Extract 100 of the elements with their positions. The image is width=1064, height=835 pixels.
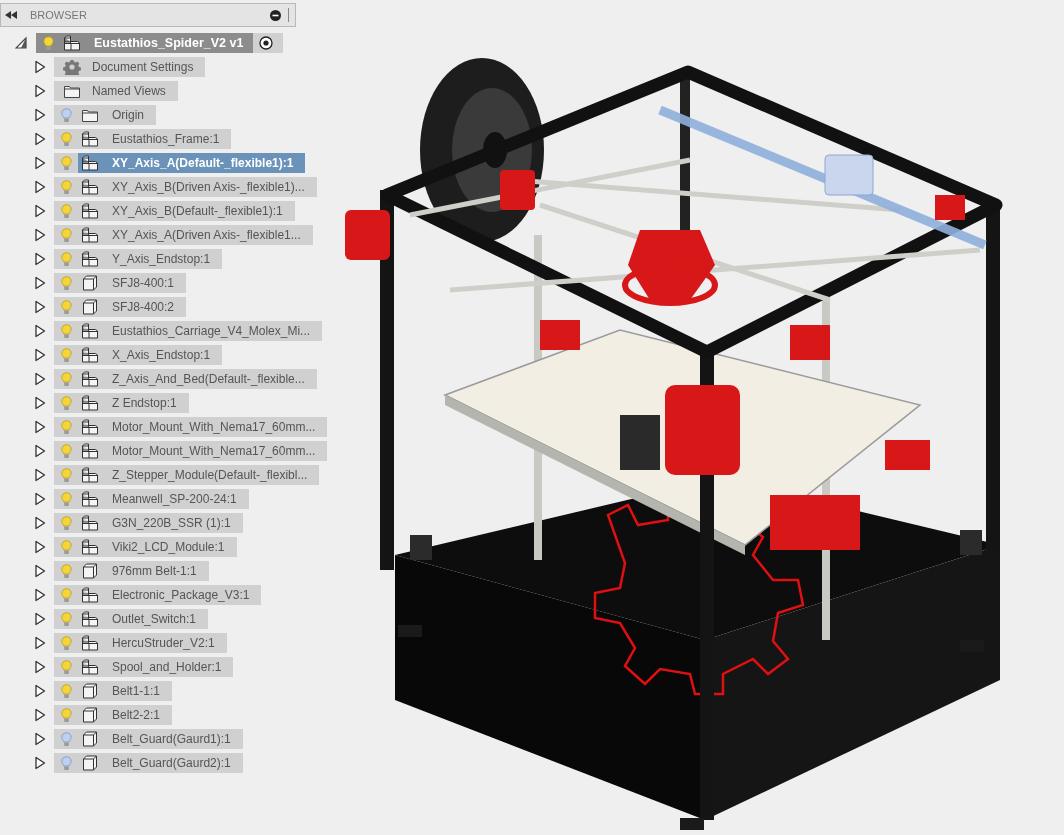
collapse-triangle-icon[interactable] [34,756,46,770]
tree-item[interactable]: XY_Axis_B(Default-_flexible1):1 [54,201,295,221]
panel-grip-icon[interactable] [287,8,291,22]
component-icon [81,491,99,507]
tree-item[interactable]: X_Axis_Endstop:1 [54,345,223,365]
component-icon [81,251,99,267]
item-label: 976mm Belt-1:1 [111,564,197,578]
collapse-triangle-icon[interactable] [34,84,46,98]
collapse-triangle-icon[interactable] [34,732,46,746]
tree-item[interactable]: Z Endstop:1 [54,393,189,413]
item-label: Document Settings [91,60,194,74]
tree-item[interactable]: Meanwell_SP-200-24:1 [54,489,249,509]
item-label: Belt_Guard(Gaurd1):1 [111,732,231,746]
tree-item[interactable]: XY_Axis_A(Driven Axis-_flexible1... [54,225,313,245]
root-label: Eustathios_Spider_V2 v1 [93,36,244,50]
tree-item[interactable]: XY_Axis_A(Default-_flexible1):1 [54,153,306,173]
collapse-triangle-icon[interactable] [34,564,46,578]
body-icon [81,707,99,723]
component-icon [81,443,99,459]
collapse-triangle-icon[interactable] [34,372,46,386]
collapse-triangle-icon[interactable] [34,660,46,674]
tree-item[interactable]: Y_Axis_Endstop:1 [54,249,223,269]
tree-item[interactable]: XY_Axis_B(Driven Axis-_flexible1)... [54,177,317,197]
expand-triangle-icon[interactable] [15,36,27,50]
collapse-triangle-icon[interactable] [34,540,46,554]
item-label: Y_Axis_Endstop:1 [111,252,211,266]
panel-title: BROWSER [30,9,88,21]
collapse-triangle-icon[interactable] [34,684,46,698]
tree-item[interactable]: Origin [54,105,156,125]
collapse-triangle-icon[interactable] [34,492,46,506]
item-label: XY_Axis_A(Driven Axis-_flexible1... [111,228,301,242]
component-icon [81,611,99,627]
collapse-triangle-icon[interactable] [34,396,46,410]
item-label: HercuStruder_V2:1 [111,636,215,650]
tree-item[interactable]: SFJ8-400:1 [54,273,187,293]
item-label: Belt1-1:1 [111,684,161,698]
tree-item[interactable]: Eustathios_Frame:1 [54,129,232,149]
activate-radio-icon[interactable] [259,36,274,50]
tree-item[interactable]: Belt2-2:1 [54,705,173,725]
collapse-triangle-icon[interactable] [34,252,46,266]
item-label: XY_Axis_A(Default-_flexible1):1 [111,156,294,170]
tree-item[interactable]: 976mm Belt-1:1 [54,561,209,581]
collapse-triangle-icon[interactable] [34,420,46,434]
tree-item[interactable]: Belt_Guard(Gaurd1):1 [54,729,243,749]
tree-item[interactable]: Motor_Mount_With_Nema17_60mm... [54,441,328,461]
tree-item[interactable]: Electronic_Package_V3:1 [54,585,262,605]
component-icon [81,371,99,387]
component-icon [81,395,99,411]
collapse-triangle-icon[interactable] [34,60,46,74]
component-icon [81,515,99,531]
item-label: SFJ8-400:1 [111,276,175,290]
collapse-triangle-icon[interactable] [34,324,46,338]
collapse-triangle-icon[interactable] [34,204,46,218]
collapse-triangle-icon[interactable] [34,444,46,458]
tree-item[interactable]: HercuStruder_V2:1 [54,633,227,653]
item-label: X_Axis_Endstop:1 [111,348,211,362]
collapse-triangle-icon[interactable] [34,156,46,170]
component-icon [81,347,99,363]
tree-item[interactable]: Belt_Guard(Gaurd2):1 [54,753,243,773]
tree-item[interactable]: Z_Axis_And_Bed(Default-_flexible... [54,369,317,389]
folder-icon [63,83,81,99]
collapse-triangle-icon[interactable] [34,708,46,722]
collapse-triangle-icon[interactable] [34,636,46,650]
component-icon [63,35,81,51]
item-label: XY_Axis_B(Driven Axis-_flexible1)... [111,180,305,194]
collapse-triangle-icon[interactable] [34,180,46,194]
tree-item[interactable]: Spool_and_Holder:1 [54,657,234,677]
tree-item[interactable]: Document Settings [54,57,206,77]
tree-item[interactable]: Motor_Mount_With_Nema17_60mm... [54,417,328,437]
collapse-triangle-icon[interactable] [34,612,46,626]
collapse-triangle-icon[interactable] [34,468,46,482]
tree-item[interactable]: Viki2_LCD_Module:1 [54,537,237,557]
gear-icon [63,59,81,75]
component-icon [81,179,99,195]
tree-item[interactable]: Named Views [54,81,178,101]
minimize-icon[interactable] [270,9,281,21]
collapse-panel-icon[interactable] [5,11,17,19]
tree-item[interactable]: SFJ8-400:2 [54,297,187,317]
tree-item[interactable]: G3N_220B_SSR (1):1 [54,513,243,533]
body-icon [81,563,99,579]
collapse-triangle-icon[interactable] [34,516,46,530]
component-icon [81,539,99,555]
item-label: XY_Axis_B(Default-_flexible1):1 [111,204,283,218]
collapse-triangle-icon[interactable] [34,276,46,290]
body-icon [81,683,99,699]
collapse-triangle-icon[interactable] [34,300,46,314]
tree-item[interactable]: Outlet_Switch:1 [54,609,209,629]
collapse-triangle-icon[interactable] [34,132,46,146]
component-icon [81,419,99,435]
collapse-triangle-icon[interactable] [34,588,46,602]
body-icon [81,731,99,747]
tree-item[interactable]: Belt1-1:1 [54,681,173,701]
tree-root-item[interactable]: Eustathios_Spider_V2 v1 [36,33,284,53]
collapse-triangle-icon[interactable] [34,348,46,362]
collapse-triangle-icon[interactable] [34,108,46,122]
component-icon [81,635,99,651]
tree-item[interactable]: Z_Stepper_Module(Default-_flexibl... [54,465,320,485]
tree-item[interactable]: Eustathios_Carriage_V4_Molex_Mi... [54,321,323,341]
collapse-triangle-icon[interactable] [34,228,46,242]
component-icon [81,587,99,603]
